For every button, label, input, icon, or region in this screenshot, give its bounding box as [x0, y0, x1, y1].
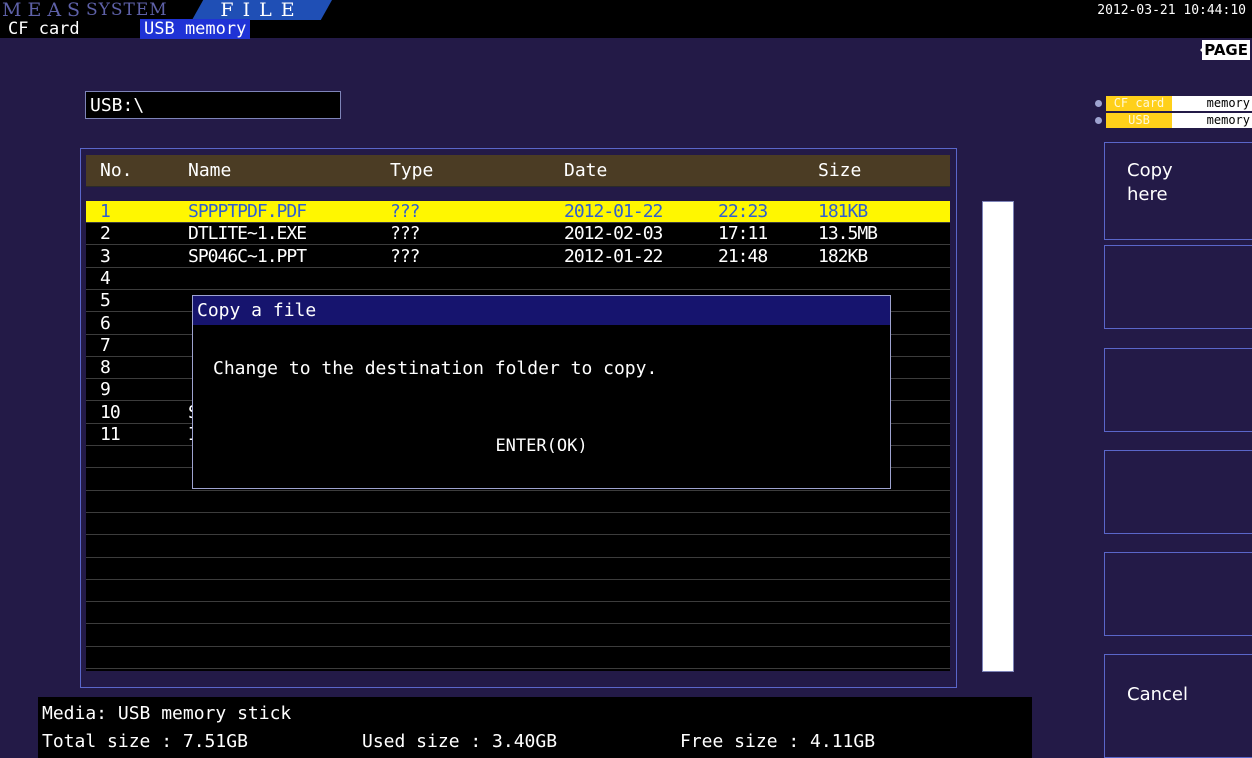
- cell-time: 21:48: [718, 245, 768, 267]
- col-size: Size: [818, 160, 862, 181]
- copy-here-label-1: Copy: [1127, 160, 1173, 181]
- cell-name: DTLITE~1.EXE: [188, 223, 307, 245]
- cell-type: ???: [390, 245, 420, 267]
- cf-memory-label: memory: [1172, 96, 1252, 111]
- cell-size: 182KB: [818, 245, 868, 267]
- cell-date: 2012-01-22: [564, 245, 663, 267]
- table-header: No. Name Type Date Size: [86, 155, 950, 187]
- copy-here-label-2: here: [1127, 184, 1168, 205]
- cell-no: 10: [100, 401, 121, 423]
- col-date: Date: [564, 160, 608, 181]
- cf-indicator-icon: [1095, 100, 1102, 107]
- empty-row: [86, 513, 950, 536]
- empty-row: [86, 602, 950, 625]
- cell-no: 11: [100, 424, 121, 445]
- empty-row: [86, 580, 950, 603]
- softkey-4[interactable]: [1104, 450, 1252, 534]
- total-size: Total size : 7.51GB: [42, 731, 248, 752]
- datetime: 2012-03-21 10:44:10: [1097, 3, 1246, 18]
- cell-no: 7: [100, 334, 111, 356]
- scrollbar[interactable]: [982, 201, 1014, 672]
- cell-name: SPPPTPDF.PDF: [188, 201, 307, 222]
- cell-no: 8: [100, 357, 111, 379]
- dialog-message: Change to the destination folder to copy…: [213, 358, 658, 379]
- cell-date: 2012-01-22: [564, 201, 663, 222]
- empty-row: [86, 647, 950, 669]
- cell-no: 5: [100, 290, 111, 312]
- cell-no: 6: [100, 312, 111, 334]
- subtab-usb-memory[interactable]: USB memory: [140, 19, 251, 39]
- dialog-ok-button[interactable]: ENTER(OK): [193, 436, 890, 456]
- dialog-title: Copy a file: [193, 296, 890, 325]
- status-panel: Media: USB memory stick Total size : 7.5…: [38, 697, 1032, 758]
- subtab-cf-card[interactable]: CF card: [4, 19, 84, 39]
- usb-indicator-icon: [1095, 117, 1102, 124]
- col-name: Name: [188, 160, 232, 181]
- softkey-2[interactable]: [1104, 245, 1252, 329]
- path-field: USB:\: [85, 91, 341, 119]
- cell-type: ???: [390, 201, 420, 222]
- cell-no: 9: [100, 379, 111, 401]
- cell-name: SP046C~1.PPT: [188, 245, 307, 267]
- col-no: No.: [100, 160, 133, 181]
- tab-system[interactable]: SYSTEM: [86, 0, 194, 20]
- page-button[interactable]: PAGE: [1202, 40, 1250, 60]
- cancel-button[interactable]: Cancel: [1104, 654, 1252, 758]
- cell-no: 3: [100, 245, 111, 267]
- cell-no: 2: [100, 223, 111, 245]
- cancel-label: Cancel: [1127, 684, 1188, 705]
- table-row[interactable]: 2 DTLITE~1.EXE??? 2012-02-03 17:11 13.5MB: [86, 223, 950, 246]
- cell-time: 22:23: [718, 201, 768, 222]
- free-size: Free size : 4.11GB: [680, 731, 876, 752]
- tab-file[interactable]: FILE: [192, 0, 332, 20]
- copy-dialog: Copy a file Change to the destination fo…: [192, 295, 891, 489]
- col-type: Type: [390, 160, 434, 181]
- used-size: Used size : 3.40GB: [362, 731, 558, 752]
- usb-label: USB: [1106, 113, 1172, 128]
- cell-no: 1: [100, 201, 111, 222]
- empty-row: [86, 536, 950, 558]
- tab-meas[interactable]: MEAS: [0, 0, 88, 20]
- cell-type: ???: [390, 223, 420, 245]
- cell-time: 17:11: [718, 223, 768, 245]
- copy-here-button[interactable]: Copy here: [1104, 142, 1252, 240]
- empty-row: [86, 625, 950, 647]
- cell-date: 2012-02-03: [564, 223, 663, 245]
- table-row[interactable]: 1 SPPPTPDF.PDF??? 2012-01-22 22:23 181KB: [86, 201, 950, 223]
- cell-size: 13.5MB: [818, 223, 878, 245]
- cell-size: 181KB: [818, 201, 868, 222]
- media-indicators: CF card memory USB memory: [1095, 96, 1252, 136]
- empty-row: [86, 558, 950, 580]
- cell-no: 4: [100, 267, 111, 289]
- table-row[interactable]: 4: [86, 268, 950, 290]
- cf-label: CF card: [1106, 96, 1172, 111]
- media-info: Media: USB memory stick: [42, 703, 292, 724]
- softkey-3[interactable]: [1104, 348, 1252, 432]
- softkey-5[interactable]: [1104, 552, 1252, 636]
- usb-memory-label: memory: [1172, 113, 1252, 128]
- table-row[interactable]: 3 SP046C~1.PPT??? 2012-01-22 21:48 182KB: [86, 246, 950, 268]
- empty-row: [86, 491, 950, 513]
